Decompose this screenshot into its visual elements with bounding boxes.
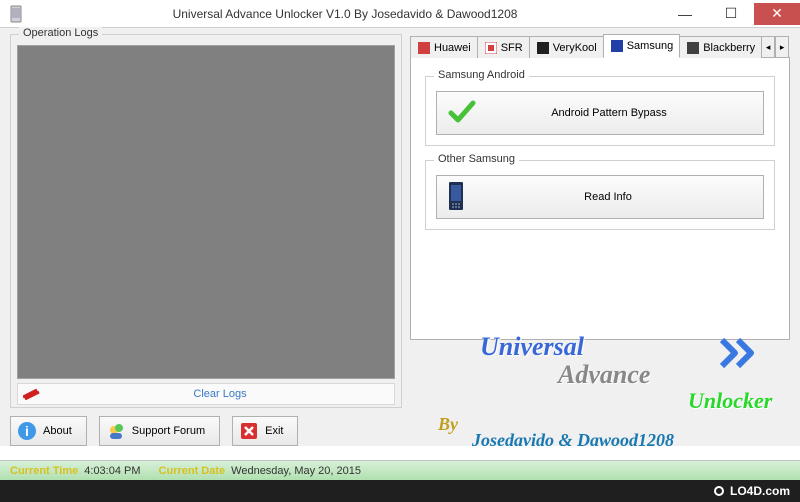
brand-unlocker: Unlocker bbox=[688, 388, 772, 414]
tab-label: Samsung bbox=[627, 40, 673, 52]
info-icon: i bbox=[17, 421, 37, 441]
huawei-icon bbox=[417, 41, 431, 55]
check-icon bbox=[447, 99, 477, 128]
titlebar: Universal Advance Unlocker V1.0 By Josed… bbox=[0, 0, 800, 28]
phone-icon bbox=[447, 181, 465, 214]
clear-logs-icon bbox=[18, 388, 46, 400]
brand-by: By bbox=[438, 414, 458, 435]
blackberry-icon bbox=[686, 41, 700, 55]
time-label: Current Time bbox=[10, 465, 78, 477]
minimize-button[interactable]: — bbox=[662, 3, 708, 25]
support-label: Support Forum bbox=[132, 425, 205, 437]
clear-logs-button[interactable]: Clear Logs bbox=[17, 383, 395, 405]
window-controls: — ☐ ✕ bbox=[662, 3, 800, 25]
watermark: LO4D.com bbox=[0, 480, 800, 502]
tabs-scroll-right[interactable]: ▸ bbox=[775, 36, 789, 58]
watermark-text: LO4D.com bbox=[730, 484, 790, 498]
bottom-buttons: i About Support Forum Exit bbox=[10, 416, 402, 446]
section-label: Samsung Android bbox=[434, 69, 529, 81]
android-pattern-bypass-button[interactable]: Android Pattern Bypass bbox=[436, 91, 764, 135]
date-label: Current Date bbox=[159, 465, 226, 477]
logs-textarea[interactable] bbox=[17, 45, 395, 379]
tab-label: SFR bbox=[501, 42, 523, 54]
exit-button[interactable]: Exit bbox=[232, 416, 298, 446]
brand-universal: Universal bbox=[480, 332, 584, 362]
main-area: Operation Logs Clear Logs i About Supp bbox=[0, 28, 800, 446]
left-panel: Operation Logs Clear Logs i About Supp bbox=[10, 34, 402, 446]
close-button[interactable]: ✕ bbox=[754, 3, 800, 25]
other-samsung-group: Other Samsung Read Info bbox=[425, 160, 775, 230]
operation-logs-group: Operation Logs Clear Logs bbox=[10, 34, 402, 408]
brand-advance: Advance bbox=[558, 360, 650, 390]
sfr-icon bbox=[484, 41, 498, 55]
app-icon bbox=[4, 2, 28, 26]
tabs-scroll-left[interactable]: ◂ bbox=[761, 36, 775, 58]
support-forum-button[interactable]: Support Forum bbox=[99, 416, 220, 446]
section-label: Other Samsung bbox=[434, 153, 519, 165]
about-label: About bbox=[43, 425, 72, 437]
time-value: 4:03:04 PM bbox=[84, 465, 140, 477]
brand-credits: Josedavido & Dawood1208 bbox=[472, 430, 674, 451]
tab-label: Blackberry bbox=[703, 42, 755, 54]
support-icon bbox=[106, 421, 126, 441]
maximize-button[interactable]: ☐ bbox=[708, 3, 754, 25]
tab-label: Huawei bbox=[434, 42, 471, 54]
exit-icon bbox=[239, 421, 259, 441]
about-button[interactable]: i About bbox=[10, 416, 87, 446]
verykool-icon bbox=[536, 41, 550, 55]
logs-group-label: Operation Logs bbox=[19, 27, 102, 39]
samsung-icon bbox=[610, 39, 624, 53]
svg-text:i: i bbox=[25, 423, 29, 439]
button-label: Android Pattern Bypass bbox=[495, 107, 763, 119]
forward-arrows-icon bbox=[718, 336, 762, 375]
clear-logs-label: Clear Logs bbox=[46, 388, 394, 400]
samsung-android-group: Samsung Android Android Pattern Bypass bbox=[425, 76, 775, 146]
tab-label: VeryKool bbox=[553, 42, 597, 54]
exit-label: Exit bbox=[265, 425, 283, 437]
tab-huawei[interactable]: Huawei bbox=[410, 36, 478, 58]
tabs-bar: Huawei SFR VeryKool Samsung Blackberry ◂… bbox=[410, 34, 790, 58]
window-title: Universal Advance Unlocker V1.0 By Josed… bbox=[28, 7, 662, 21]
tab-samsung[interactable]: Samsung bbox=[603, 34, 680, 58]
statusbar: Current Time 4:03:04 PM Current Date Wed… bbox=[0, 460, 800, 480]
button-label: Read Info bbox=[483, 191, 763, 203]
tab-sfr[interactable]: SFR bbox=[477, 36, 530, 58]
watermark-icon bbox=[714, 486, 724, 496]
read-info-button[interactable]: Read Info bbox=[436, 175, 764, 219]
tab-verykool[interactable]: VeryKool bbox=[529, 36, 604, 58]
date-value: Wednesday, May 20, 2015 bbox=[231, 465, 361, 477]
tab-blackberry[interactable]: Blackberry bbox=[679, 36, 762, 58]
tab-content: Samsung Android Android Pattern Bypass O… bbox=[410, 58, 790, 340]
